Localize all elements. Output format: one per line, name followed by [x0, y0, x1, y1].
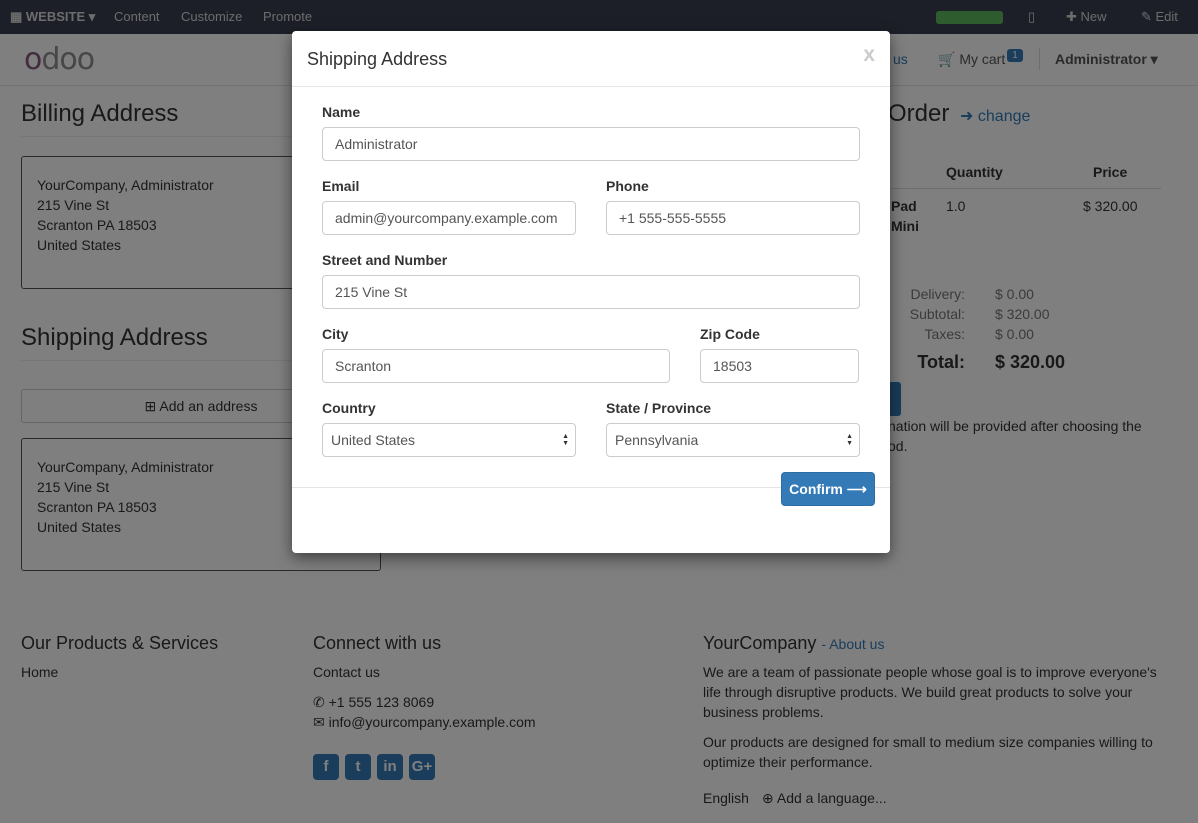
- shipping-address-modal: Shipping Address x Name Email Phone Stre…: [292, 31, 890, 553]
- state-select[interactable]: Pennsylvania ▲ ▼: [606, 423, 860, 457]
- name-input[interactable]: [322, 127, 860, 161]
- email-label: Email: [322, 178, 360, 194]
- country-label: Country: [322, 400, 376, 416]
- street-input[interactable]: [322, 275, 860, 309]
- city-input[interactable]: [322, 349, 670, 383]
- modal-title: Shipping Address: [307, 49, 448, 69]
- close-icon[interactable]: x: [863, 43, 875, 67]
- email-input[interactable]: [322, 201, 576, 235]
- name-label: Name: [322, 104, 361, 120]
- street-label: Street and Number: [322, 252, 448, 268]
- state-label: State / Province: [606, 400, 712, 416]
- country-select[interactable]: United States ▲ ▼: [322, 423, 576, 457]
- phone-input[interactable]: [606, 201, 860, 235]
- confirm-button[interactable]: Confirm ⟶: [781, 472, 875, 506]
- select-arrows-icon: ▲ ▼: [562, 433, 569, 447]
- city-label: City: [322, 326, 349, 342]
- zip-label: Zip Code: [700, 326, 760, 342]
- arrow-right-icon: ⟶: [846, 481, 867, 497]
- modal-header: Shipping Address x: [292, 31, 890, 87]
- phone-label: Phone: [606, 178, 649, 194]
- select-arrows-icon: ▲ ▼: [846, 433, 853, 447]
- zip-input[interactable]: [700, 349, 859, 383]
